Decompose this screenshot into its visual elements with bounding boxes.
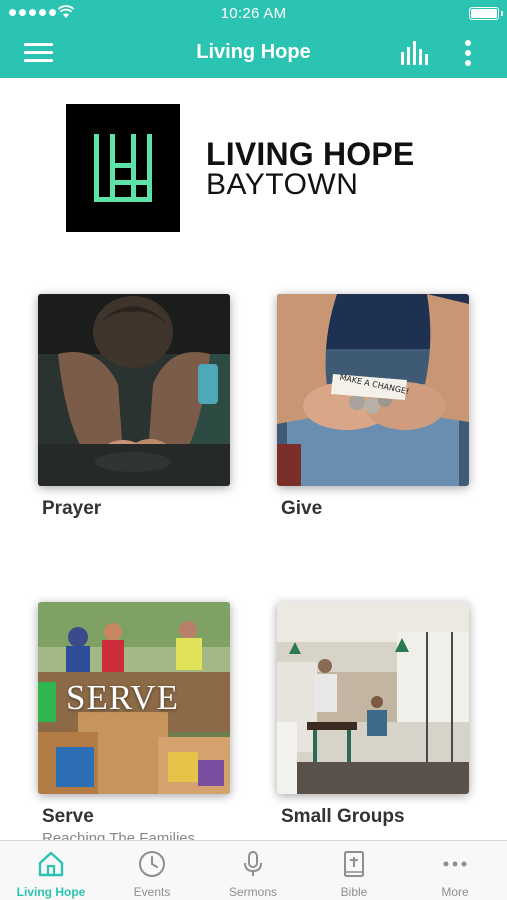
tab-label: Living Hope: [16, 885, 86, 899]
tab-bible[interactable]: Bible: [304, 841, 404, 900]
bible-icon: [344, 851, 364, 877]
tab-living-hope[interactable]: Living Hope: [1, 841, 101, 900]
card-title: Small Groups: [281, 806, 405, 827]
serve-overlay-text: SERVE: [66, 678, 180, 717]
vertical-more-icon[interactable]: [460, 39, 476, 67]
more-dots-icon: [443, 861, 467, 867]
card-give[interactable]: MAKE A CHANGE! Give: [277, 294, 469, 519]
audio-bars-icon[interactable]: [400, 41, 430, 65]
status-bar: 10:26 AM: [0, 0, 507, 28]
card-title: Give: [281, 498, 323, 519]
give-image: MAKE A CHANGE!: [277, 294, 469, 486]
tab-label: Sermons: [228, 885, 278, 899]
battery-icon: [469, 7, 503, 20]
logo-text-line2: BAYTOWN: [206, 168, 359, 201]
nav-bar: Living Hope: [0, 28, 507, 78]
tab-label: More: [441, 885, 469, 899]
tab-more[interactable]: More: [405, 841, 505, 900]
card-title: Prayer: [42, 498, 102, 519]
serve-image: SERVE: [38, 602, 230, 794]
battery-level: [471, 9, 497, 18]
card-small-groups[interactable]: Small Groups: [277, 602, 469, 827]
tab-label: Events: [133, 885, 171, 899]
small-groups-image: [277, 602, 469, 794]
microphone-icon: [244, 851, 262, 876]
tab-bar: Living Hope Events Sermons Bible More: [0, 840, 507, 900]
logo-h-icon: [94, 134, 152, 202]
status-time: 10:26 AM: [220, 5, 287, 22]
tab-events[interactable]: Events: [102, 841, 202, 900]
card-prayer[interactable]: Prayer: [38, 294, 230, 519]
page-title: Living Hope: [196, 41, 311, 63]
clock-icon: [139, 851, 165, 877]
prayer-image: [38, 294, 230, 486]
card-title: Serve: [42, 806, 94, 827]
tab-sermons[interactable]: Sermons: [203, 841, 303, 900]
card-serve[interactable]: SERVE Serve Reaching The Families: [38, 602, 230, 847]
home-icon: [38, 851, 64, 877]
tab-label: Bible: [340, 885, 368, 899]
church-logo-mark: [66, 104, 180, 232]
